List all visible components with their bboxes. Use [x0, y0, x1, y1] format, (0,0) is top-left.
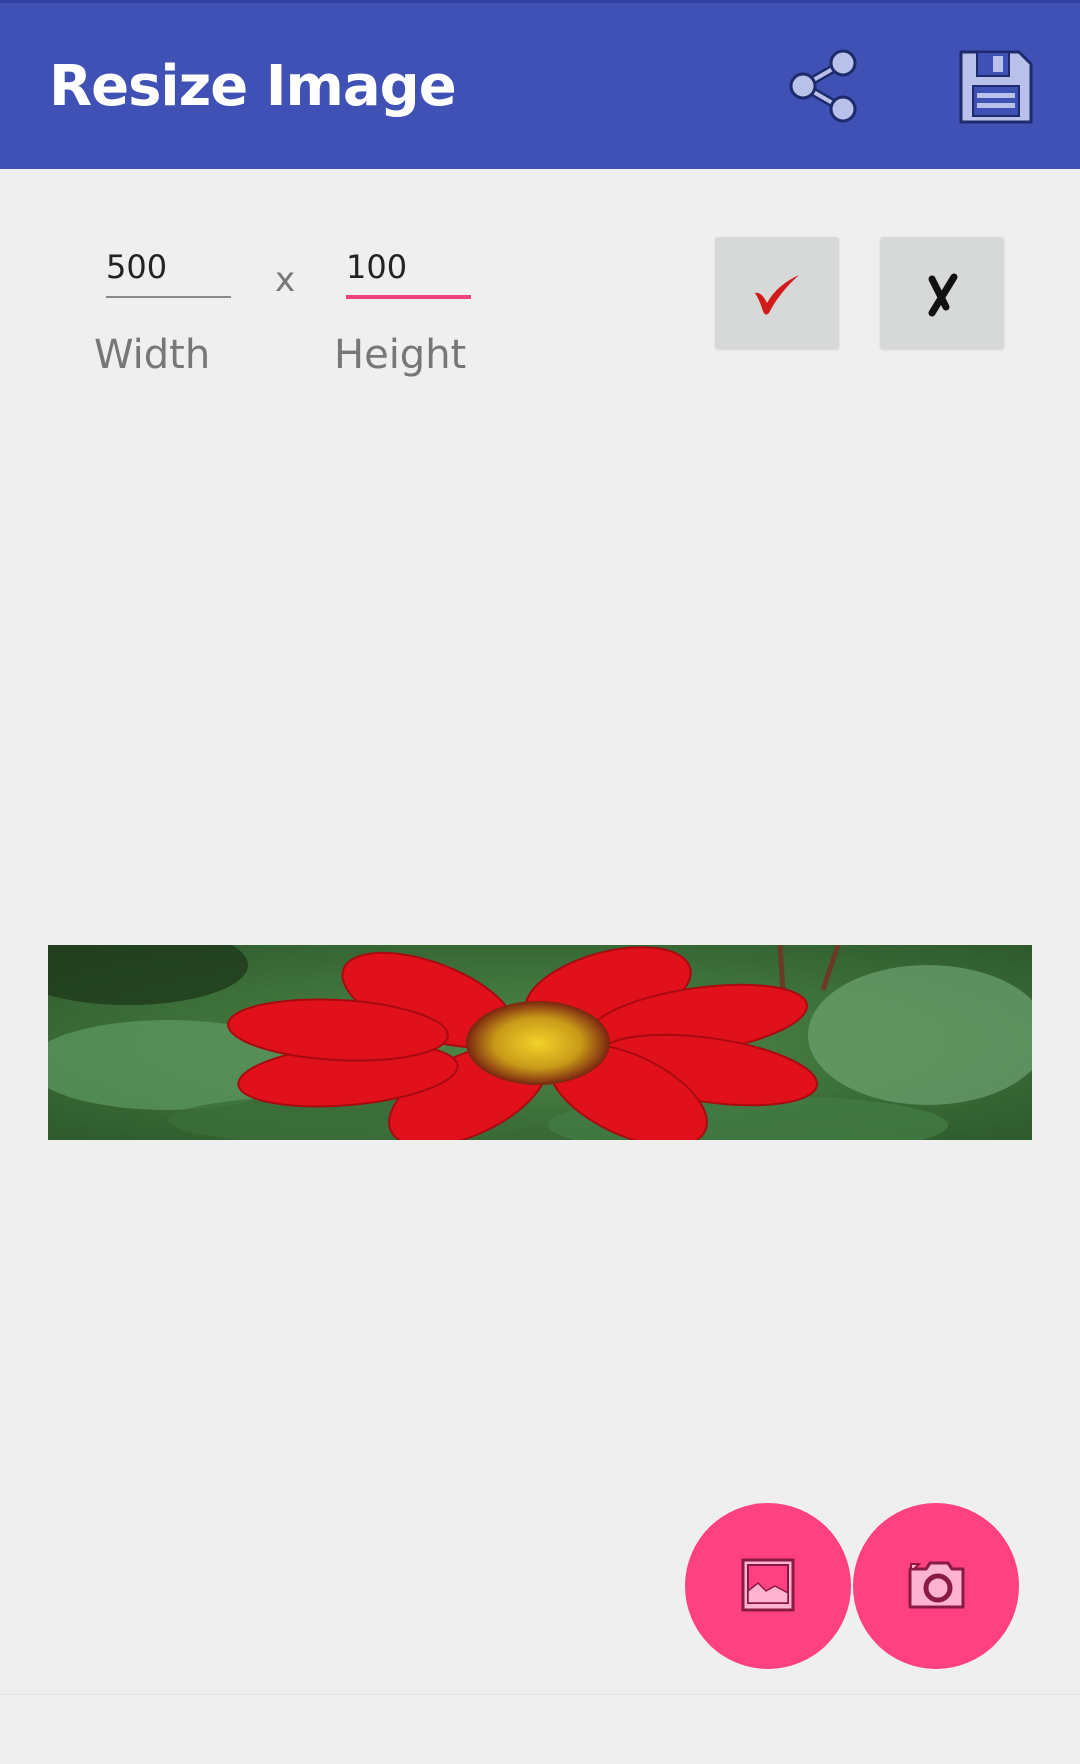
width-input-underline: [106, 296, 231, 298]
page-title: Resize Image: [49, 54, 457, 119]
gallery-icon: [741, 1558, 795, 1612]
height-label: Height: [334, 332, 467, 378]
cancel-resize-button[interactable]: [880, 237, 1004, 349]
camera-fab[interactable]: [853, 1503, 1019, 1669]
width-label: Width: [94, 332, 211, 378]
save-button[interactable]: [955, 46, 1035, 126]
gallery-fab[interactable]: [685, 1503, 851, 1669]
height-input-underline: [346, 295, 471, 299]
cross-icon: [928, 273, 958, 317]
checkmark-icon: [755, 275, 799, 315]
height-input[interactable]: 100: [346, 248, 407, 286]
share-button[interactable]: [783, 46, 863, 126]
app-toolbar: Resize Image: [0, 0, 1080, 169]
resized-image-preview: [48, 945, 1032, 1140]
status-strip: [0, 0, 1080, 3]
save-icon: [959, 50, 1033, 124]
dimension-separator: x: [275, 260, 296, 300]
camera-icon: [908, 1561, 965, 1609]
width-input[interactable]: 500: [106, 248, 167, 286]
bottom-divider: [0, 1694, 1080, 1695]
apply-resize-button[interactable]: [715, 237, 839, 349]
share-icon: [789, 49, 857, 123]
